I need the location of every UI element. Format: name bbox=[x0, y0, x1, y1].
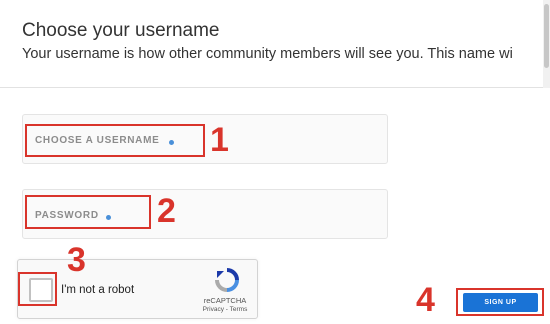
highlight-box-username bbox=[25, 124, 205, 157]
page-header: Choose your username Your username is ho… bbox=[0, 0, 550, 88]
highlight-box-signup bbox=[456, 288, 544, 316]
recaptcha-brand: reCAPTCHA bbox=[203, 296, 247, 305]
recaptcha-label: I'm not a robot bbox=[61, 284, 135, 296]
recaptcha-logo-icon bbox=[215, 268, 239, 292]
highlight-box-checkbox bbox=[18, 272, 57, 306]
scrollbar-thumb[interactable] bbox=[544, 4, 549, 68]
recaptcha-links[interactable]: Privacy - Terms bbox=[194, 306, 256, 313]
page-subtitle: Your username is how other community mem… bbox=[22, 46, 513, 62]
page-title: Choose your username bbox=[22, 20, 220, 41]
scrollbar[interactable] bbox=[543, 0, 550, 88]
annotation-number-2: 2 bbox=[157, 192, 176, 230]
annotation-number-1: 1 bbox=[210, 121, 229, 159]
annotation-number-3: 3 bbox=[67, 241, 86, 279]
annotation-number-4: 4 bbox=[416, 281, 435, 319]
highlight-box-password bbox=[25, 195, 151, 229]
